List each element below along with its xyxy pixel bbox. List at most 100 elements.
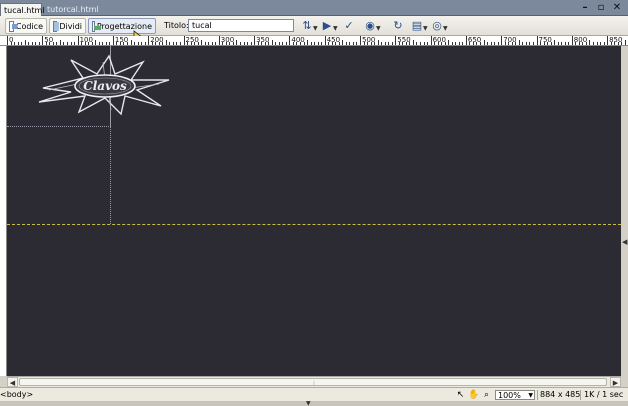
zoom-select[interactable]: 100% ▼ xyxy=(495,390,535,400)
ruler-tick xyxy=(342,40,344,45)
split-view-button[interactable]: Dividi xyxy=(49,18,86,34)
title-label: Titolo: xyxy=(164,21,189,30)
ruler-tick xyxy=(607,36,609,45)
ruler-tick xyxy=(525,42,527,45)
ruler-tick xyxy=(109,42,111,45)
ruler-tick xyxy=(169,42,171,45)
visual-aids-caret-icon[interactable]: ▼ xyxy=(443,25,448,32)
ruler-tick xyxy=(105,42,107,45)
ruler-tick xyxy=(130,40,132,45)
ruler-tick xyxy=(451,42,453,45)
ruler-tick xyxy=(617,42,619,45)
preview-icon[interactable]: ▶ xyxy=(320,19,334,33)
ruler-tick xyxy=(621,42,623,45)
status-separator xyxy=(537,390,538,400)
ruler-tick xyxy=(102,42,104,45)
ruler-tick xyxy=(338,42,340,45)
ruler-tick xyxy=(321,42,323,45)
ruler-tick xyxy=(501,36,503,45)
close-button[interactable]: ✕ xyxy=(612,2,622,13)
ruler-tick xyxy=(494,42,496,45)
clavos-logo-image[interactable]: Clavos xyxy=(35,54,173,116)
minimize-button[interactable]: – xyxy=(580,2,590,13)
browser-check-icon[interactable]: ◉ xyxy=(363,19,377,33)
ruler-tick xyxy=(222,42,224,45)
visual-aids-icon[interactable]: ◎ xyxy=(430,19,444,33)
ruler-tick xyxy=(550,42,552,45)
validate-icon[interactable]: ✓ xyxy=(342,19,356,33)
ruler-tick xyxy=(67,42,68,45)
ruler-tick xyxy=(49,42,51,45)
scrollbar-grip-icon: ⁞ xyxy=(313,380,315,387)
ruler-tick xyxy=(289,36,291,45)
ruler-tick xyxy=(162,42,164,45)
refresh-icon[interactable]: ↻ xyxy=(391,19,405,33)
scroll-left-icon[interactable]: ◀ xyxy=(7,377,18,387)
ruler-tick xyxy=(529,42,531,45)
page-title-input[interactable] xyxy=(188,19,294,32)
expand-properties-icon[interactable]: ▼ xyxy=(306,400,311,406)
restore-button[interactable]: ▫ xyxy=(596,2,606,13)
ruler-tick xyxy=(292,42,294,45)
ruler-tick xyxy=(194,42,196,45)
horizontal-scrollbar[interactable]: ◀ ⁞ ▶ xyxy=(7,376,621,387)
ruler-tick xyxy=(141,42,143,45)
ruler-tick xyxy=(84,42,86,45)
ruler-tick xyxy=(437,42,439,45)
ruler-tick xyxy=(388,42,390,45)
expand-panel-icon[interactable]: ◀ xyxy=(622,238,627,246)
ruler-tick xyxy=(165,40,167,45)
ruler-tick xyxy=(63,42,65,45)
ruler-tick xyxy=(508,42,510,45)
design-view-button[interactable]: Progettazione xyxy=(88,18,156,34)
preview-caret-icon[interactable]: ▼ xyxy=(333,25,338,32)
hand-tool-icon[interactable]: ✋ xyxy=(468,390,479,400)
tab-tucal[interactable]: tucal.html xyxy=(0,3,45,16)
file-management-caret-icon[interactable]: ▼ xyxy=(313,25,318,32)
ruler-tick xyxy=(585,42,587,45)
scroll-right-icon[interactable]: ▶ xyxy=(610,377,621,387)
ruler-tick xyxy=(95,40,97,45)
horizontal-ruler: 0 50 100 150 200 250 300 350 400 450 500 550 600 650 7… xyxy=(0,36,628,46)
ruler-tick xyxy=(155,42,157,45)
ruler-tick xyxy=(158,42,160,45)
ruler-tick xyxy=(592,42,594,45)
ruler-tick xyxy=(441,42,443,45)
ruler-tick xyxy=(176,42,178,45)
split-view-icon xyxy=(53,20,60,32)
ruler-tick xyxy=(307,40,309,45)
view-options-caret-icon[interactable]: ▼ xyxy=(423,25,428,32)
ruler-tick xyxy=(465,36,467,45)
ruler-tick xyxy=(596,42,598,45)
ruler-tick xyxy=(571,36,573,45)
logo-text: Clavos xyxy=(83,79,127,93)
ruler-tick xyxy=(420,42,421,45)
ruler-tick xyxy=(448,40,450,45)
ruler-tick xyxy=(247,42,249,45)
select-tool-icon[interactable]: ↖ xyxy=(455,390,466,400)
ruler-tick xyxy=(134,42,136,45)
ruler-tick xyxy=(363,42,365,45)
ruler-tick xyxy=(381,42,383,45)
ruler-tick xyxy=(377,40,379,45)
zoom-tool-icon[interactable]: ⌕ xyxy=(481,390,492,400)
ruler-tick xyxy=(402,42,404,45)
code-view-button[interactable]: Codice xyxy=(5,18,47,34)
window-size[interactable]: 884 x 485 xyxy=(540,390,580,399)
scrollbar-thumb[interactable]: ⁞ xyxy=(19,378,607,387)
design-canvas[interactable]: Clavos xyxy=(7,46,621,376)
ruler-tick xyxy=(123,42,125,45)
view-options-icon[interactable]: ▤ xyxy=(410,19,424,33)
browser-check-caret-icon[interactable]: ▼ xyxy=(376,25,381,32)
ruler-tick xyxy=(497,42,499,45)
ruler-tick xyxy=(172,42,174,45)
ruler-tick xyxy=(603,42,605,45)
ruler-tick xyxy=(77,36,79,45)
file-management-icon[interactable]: ⇅ xyxy=(300,19,314,33)
ruler-tick xyxy=(610,42,612,45)
tab-tutorcal[interactable]: tutorcal.html xyxy=(44,3,106,16)
ruler-tick xyxy=(148,36,150,45)
zoom-caret-icon: ▼ xyxy=(528,392,533,399)
tag-selector-body[interactable]: <body> xyxy=(0,390,33,399)
ruler-tick xyxy=(45,42,47,45)
